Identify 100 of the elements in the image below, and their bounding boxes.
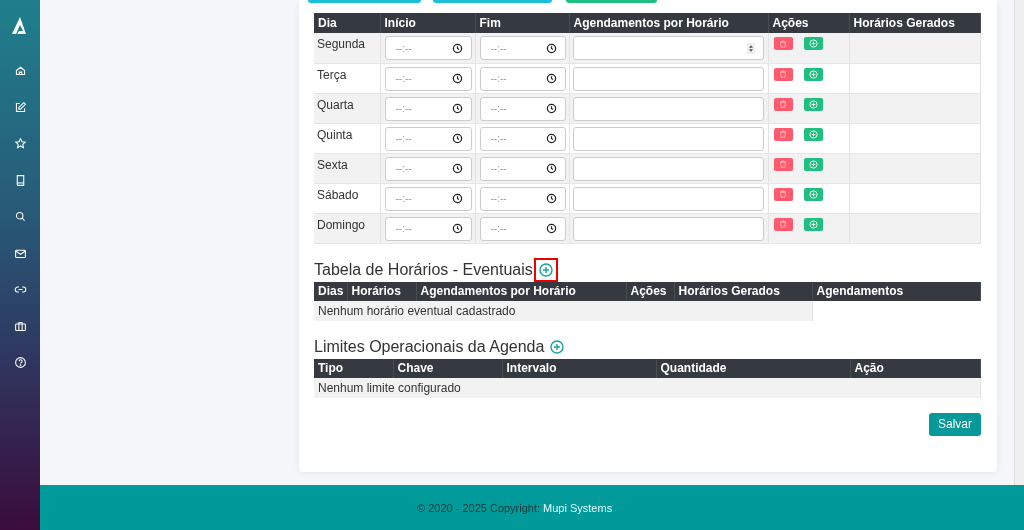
clock-icon[interactable] xyxy=(545,163,557,174)
time-field[interactable]: --:-- xyxy=(384,126,472,151)
table-cell: Terça xyxy=(314,63,380,93)
plus-icon xyxy=(808,189,818,199)
time-field[interactable]: --:-- xyxy=(384,186,472,211)
time-field[interactable]: --:-- xyxy=(384,36,472,60)
time-field[interactable]: --:-- xyxy=(479,186,566,211)
plus-icon xyxy=(538,262,553,277)
help-icon[interactable] xyxy=(13,356,27,369)
plus-icon xyxy=(808,219,818,229)
time-field[interactable]: --:-- xyxy=(384,216,472,241)
section-title: Tabela de Horários - Eventuais xyxy=(314,260,533,279)
column-header: Horários Gerados xyxy=(849,13,981,33)
scrollbar[interactable] xyxy=(1014,0,1024,485)
time-field[interactable]: --:-- xyxy=(479,36,566,60)
add-button[interactable] xyxy=(803,37,823,50)
add-button[interactable] xyxy=(803,67,823,81)
trash-icon xyxy=(779,220,787,228)
section-title: Limites Operacionais da Agenda xyxy=(314,337,545,356)
column-header: Dia xyxy=(314,13,380,33)
column-header: Ações xyxy=(768,13,849,33)
clock-icon[interactable] xyxy=(451,73,463,84)
add-button[interactable] xyxy=(803,127,823,141)
trash-icon xyxy=(779,130,787,138)
briefcase-icon[interactable] xyxy=(13,319,27,333)
plus-icon xyxy=(550,339,565,354)
number-field[interactable] xyxy=(572,66,764,91)
delete-button[interactable] xyxy=(773,127,793,141)
table-cell: Quarta xyxy=(314,93,380,123)
add-button[interactable] xyxy=(533,257,558,282)
delete-button[interactable] xyxy=(773,37,793,50)
column-header: Chave xyxy=(393,358,502,378)
time-field[interactable]: --:-- xyxy=(479,126,566,151)
clock-icon[interactable] xyxy=(545,133,557,144)
add-button[interactable] xyxy=(803,157,823,171)
time-field[interactable]: --:-- xyxy=(479,66,566,91)
time-field[interactable]: --:-- xyxy=(384,156,472,181)
company-link[interactable]: Mupi Systems xyxy=(543,501,613,514)
number-field[interactable] xyxy=(572,96,764,121)
clock-icon[interactable] xyxy=(545,223,557,234)
delete-button[interactable] xyxy=(773,217,793,231)
star-icon[interactable] xyxy=(13,137,27,150)
clock-icon[interactable] xyxy=(451,193,463,204)
table-cell: Sexta xyxy=(314,153,380,183)
time-field[interactable]: --:-- xyxy=(479,96,566,121)
column-header: Início xyxy=(380,13,475,33)
home-icon[interactable] xyxy=(13,64,27,77)
table-cell: Quinta xyxy=(314,123,380,153)
number-field[interactable] xyxy=(572,36,764,60)
trash-icon xyxy=(779,190,787,198)
delete-button[interactable] xyxy=(773,97,793,111)
clock-icon[interactable] xyxy=(545,103,557,114)
plus-icon xyxy=(808,159,818,169)
delete-button[interactable] xyxy=(773,157,793,171)
column-header: Horários Gerados xyxy=(674,281,812,301)
clock-icon[interactable] xyxy=(451,103,463,114)
column-header: Fim xyxy=(475,13,569,33)
delete-button[interactable] xyxy=(773,187,793,201)
clock-icon[interactable] xyxy=(451,223,463,234)
plus-icon xyxy=(808,129,818,139)
clock-icon[interactable] xyxy=(545,73,557,84)
plus-icon xyxy=(808,69,818,79)
copyright-text: © 2020 - 2025 Copyright: xyxy=(417,501,541,514)
time-field[interactable]: --:-- xyxy=(479,156,566,181)
save-button[interactable]: Salvar xyxy=(929,412,981,436)
spinner-icon[interactable] xyxy=(746,42,755,54)
plus-icon xyxy=(808,39,818,48)
column-header: Ações xyxy=(626,281,674,301)
add-button[interactable] xyxy=(803,217,823,231)
column-header: Ação xyxy=(850,358,981,378)
clock-icon[interactable] xyxy=(451,133,463,144)
number-field[interactable] xyxy=(572,156,764,181)
clock-icon[interactable] xyxy=(451,42,463,54)
table-cell: Domingo xyxy=(314,213,380,243)
search-icon[interactable] xyxy=(13,210,27,223)
link-icon[interactable] xyxy=(13,283,27,296)
clock-icon[interactable] xyxy=(451,163,463,174)
number-field[interactable] xyxy=(572,216,764,241)
empty-message: Nenhum horário eventual cadastrado xyxy=(314,300,812,321)
clock-icon[interactable] xyxy=(545,42,557,54)
number-field[interactable] xyxy=(572,186,764,211)
column-header: Horários xyxy=(347,281,416,301)
column-header: Agendamentos xyxy=(812,281,981,301)
add-button[interactable] xyxy=(803,97,823,111)
trash-icon xyxy=(779,70,787,78)
plus-icon xyxy=(808,99,818,109)
time-field[interactable]: --:-- xyxy=(384,66,472,91)
column-header: Agendamentos por Horário xyxy=(416,281,626,301)
delete-button[interactable] xyxy=(773,67,793,81)
trash-icon xyxy=(779,160,787,168)
table-cell: Sábado xyxy=(314,183,380,213)
table-cell: Segunda xyxy=(314,33,380,63)
add-button[interactable] xyxy=(803,187,823,201)
edit-icon[interactable] xyxy=(13,100,27,114)
time-field[interactable]: --:-- xyxy=(479,216,566,241)
column-header: Tipo xyxy=(314,358,393,378)
number-field[interactable] xyxy=(572,126,764,151)
clock-icon[interactable] xyxy=(545,193,557,204)
column-header: Intervalo xyxy=(502,358,656,378)
time-field[interactable]: --:-- xyxy=(384,96,472,121)
